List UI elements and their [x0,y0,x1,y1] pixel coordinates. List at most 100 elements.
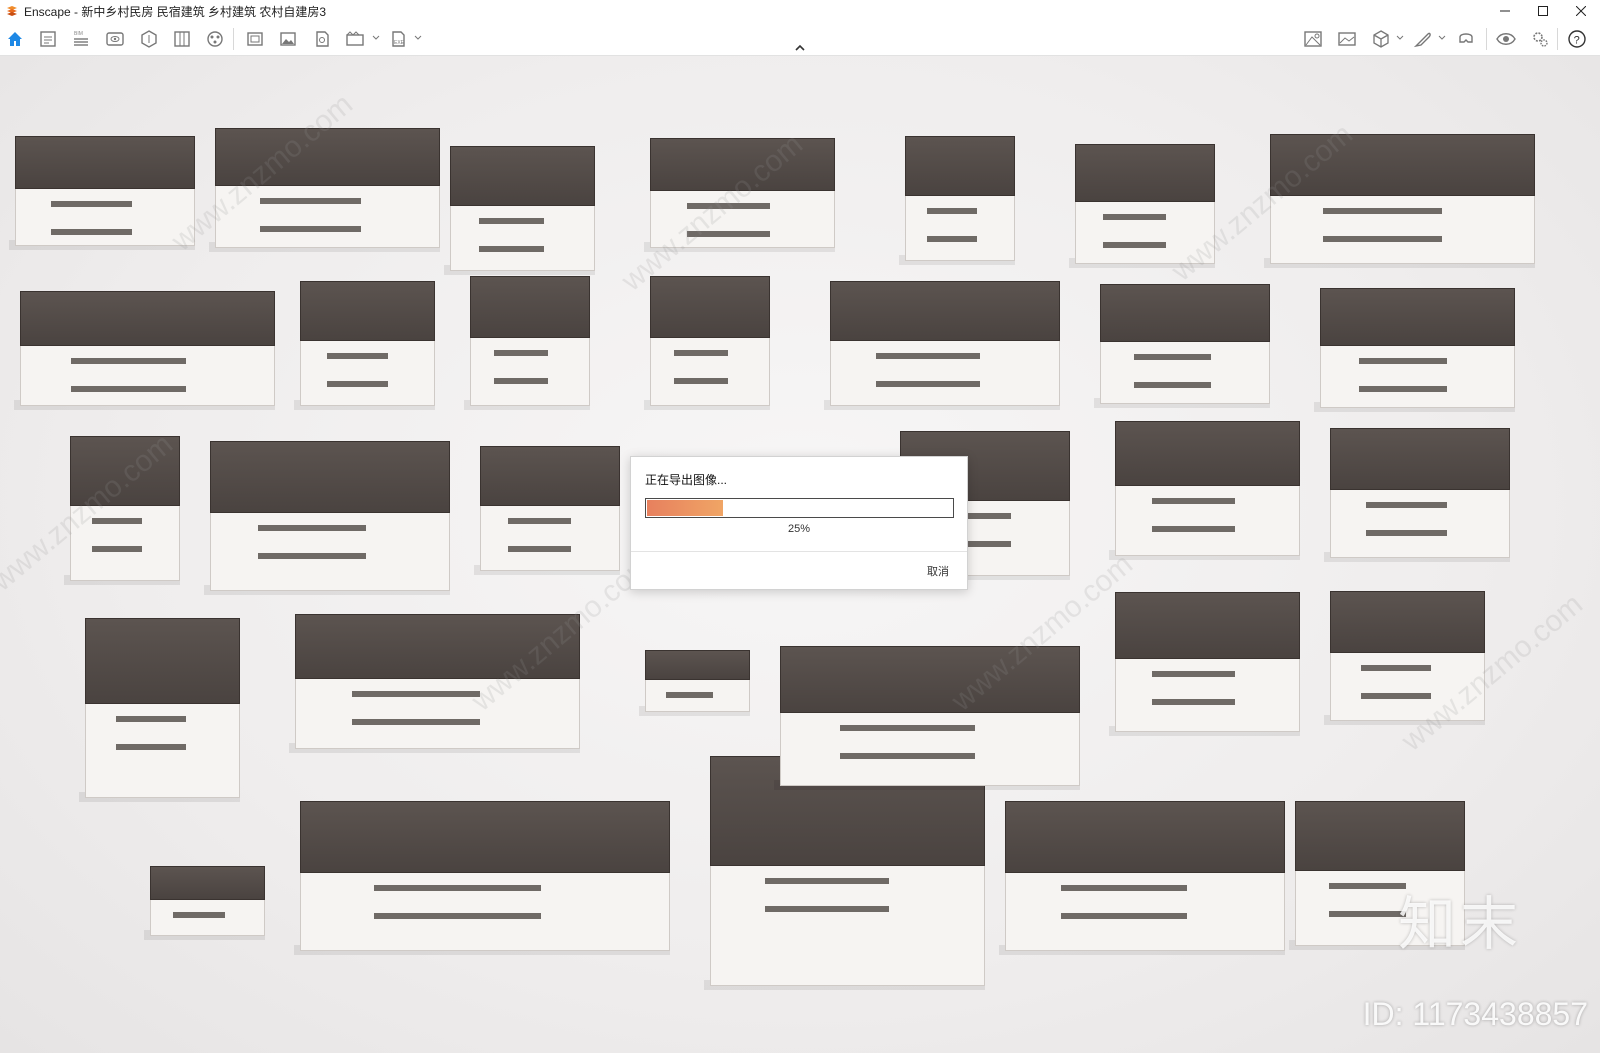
building-windows [1323,208,1442,214]
cube-button[interactable] [1369,27,1393,51]
building-windows [508,518,571,524]
building-windows [1103,242,1166,248]
settings-button[interactable] [1528,27,1552,51]
building-windows [674,378,728,384]
home-icon [8,32,22,46]
building-windows [1366,502,1447,508]
bim-button[interactable]: BIM [69,27,93,51]
building-roof [1005,801,1285,873]
building-roof [650,138,835,191]
building-windows [116,744,186,750]
building-model [639,650,750,716]
building-windows [352,691,480,697]
screenshot-icon [1338,32,1356,46]
building-wall [1270,192,1535,264]
image-button[interactable] [276,27,300,51]
building-roof [1330,591,1485,653]
building-model [9,136,195,250]
progress-percent: 25% [787,523,811,535]
building-windows [927,236,977,242]
building-model [294,281,435,410]
building-windows [173,912,225,918]
building-model [1314,288,1515,412]
building-roof [450,146,595,206]
building-roof [780,646,1080,713]
cancel-button[interactable]: 取消 [927,563,949,579]
building-model [644,138,835,252]
building-roof [300,281,435,341]
gears-icon [1533,32,1548,47]
building-wall [1115,482,1300,556]
building-windows [1361,665,1431,671]
library-button[interactable] [170,27,194,51]
building-roof [85,618,240,704]
view-button[interactable] [103,27,127,51]
maximize-button[interactable] [1524,0,1562,22]
document-button[interactable] [36,27,60,51]
building-model [899,136,1015,265]
building-model [1324,428,1510,562]
building-windows [1061,913,1187,919]
building-roof [1295,801,1465,871]
building-windows [51,229,132,235]
building-model [999,801,1285,955]
settings-view-button[interactable] [1301,27,1325,51]
building-model [1264,134,1535,268]
chevron-down-icon[interactable] [372,34,380,42]
building-windows [258,553,366,559]
visibility-button[interactable] [1494,27,1518,51]
svg-text:BIM: BIM [74,31,83,37]
home-button[interactable] [3,27,27,51]
svg-text:EXE: EXE [394,40,405,46]
bim-icon: BIM [74,31,88,46]
capture-button[interactable] [243,27,267,51]
video-button[interactable] [343,27,367,51]
document-icon [40,31,56,47]
building-model [294,801,670,955]
building-roof [650,276,770,338]
building-windows [352,719,480,725]
building-windows [260,198,361,204]
help-button[interactable]: ? [1565,27,1589,51]
building-model [704,756,985,990]
asset-button[interactable] [203,27,227,51]
collapse-toolbar-icon[interactable] [793,43,807,53]
building-roof [150,866,265,900]
batch-render-button[interactable] [310,27,334,51]
building-model [144,866,265,940]
svg-text:?: ? [1574,35,1580,47]
sun-button[interactable] [137,27,161,51]
building-wall [1005,869,1285,951]
chevron-down-icon[interactable] [1396,34,1404,42]
building-wall [650,187,835,248]
building-wall [830,337,1060,406]
building-wall [1115,655,1300,732]
building-model [204,441,450,595]
building-roof [20,291,275,346]
building-windows [1103,214,1166,220]
window-controls [1486,0,1600,22]
minimize-button[interactable] [1486,0,1524,22]
close-button[interactable] [1562,0,1600,22]
building-roof [905,136,1015,196]
building-roof [1100,284,1270,342]
feather-icon [1413,32,1431,48]
chevron-down-icon[interactable] [1438,34,1446,42]
feather-button[interactable] [1411,27,1435,51]
export-progress-dialog: 正在导出图像... 25% 取消 [630,456,968,590]
exe-export-button[interactable]: EXE [386,27,410,51]
building-wall [1320,342,1515,408]
building-wall [15,185,195,246]
building-windows [92,518,142,524]
building-windows [1134,382,1211,388]
building-windows [674,350,728,356]
building-roof [1115,592,1300,659]
chevron-down-icon[interactable] [414,34,422,42]
screenshot-button[interactable] [1335,27,1359,51]
building-windows [1152,498,1235,504]
building-windows [876,381,980,387]
export-progress-bar [645,498,954,518]
vr-button[interactable] [1454,27,1478,51]
building-model [14,291,275,410]
building-wall [300,869,670,951]
